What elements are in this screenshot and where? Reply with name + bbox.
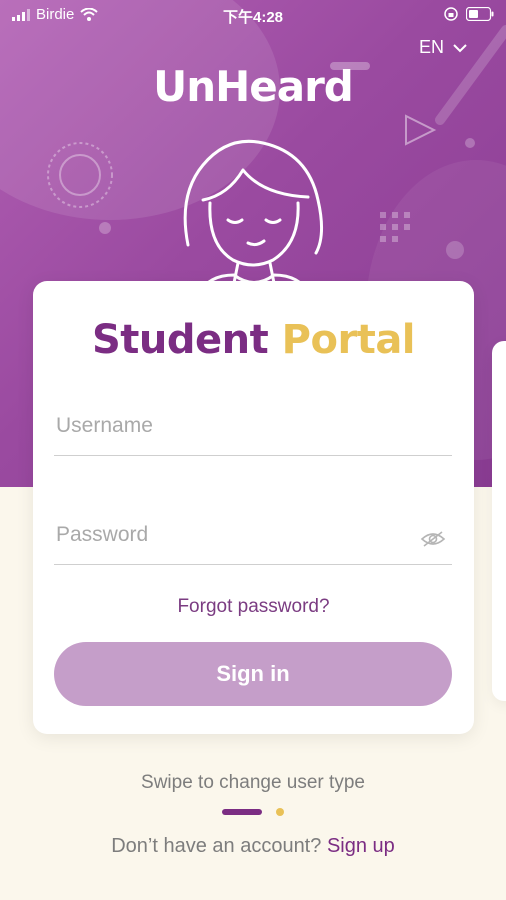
title-portal: Portal [281, 317, 416, 363]
page-dot[interactable] [276, 808, 284, 816]
sign-up-link[interactable]: Sign up [327, 835, 395, 857]
page-dot-active[interactable] [222, 809, 262, 815]
page-indicator[interactable] [222, 808, 284, 816]
eye-icon[interactable] [420, 530, 446, 548]
battery-icon [466, 7, 494, 21]
language-selector[interactable]: EN [419, 37, 468, 58]
forgot-password-link[interactable]: Forgot password? [33, 596, 474, 618]
chevron-down-icon [453, 43, 467, 52]
next-card-preview[interactable] [492, 341, 506, 701]
username-field [54, 399, 452, 456]
signup-row: Don’t have an account? Sign up [0, 835, 506, 858]
status-time: 下午4:28 [222, 9, 284, 26]
login-card: Student Portal Forgot password? Sign in [33, 281, 474, 734]
status-bar: Birdie 下午4:28 [0, 0, 506, 30]
app-logo: UnHeard [153, 62, 354, 111]
no-account-text: Don’t have an account? [111, 835, 322, 857]
avatar-illustration [183, 139, 323, 295]
password-input[interactable] [54, 522, 398, 548]
portal-title: Student Portal [33, 317, 474, 363]
username-input[interactable] [54, 413, 398, 439]
lock-rotation-icon [444, 7, 458, 21]
sign-in-button[interactable]: Sign in [54, 642, 452, 706]
title-student: Student [91, 317, 269, 363]
language-label: EN [418, 37, 444, 57]
swipe-hint: Swipe to change user type [141, 772, 365, 793]
password-field [54, 508, 452, 565]
status-right [444, 7, 494, 21]
